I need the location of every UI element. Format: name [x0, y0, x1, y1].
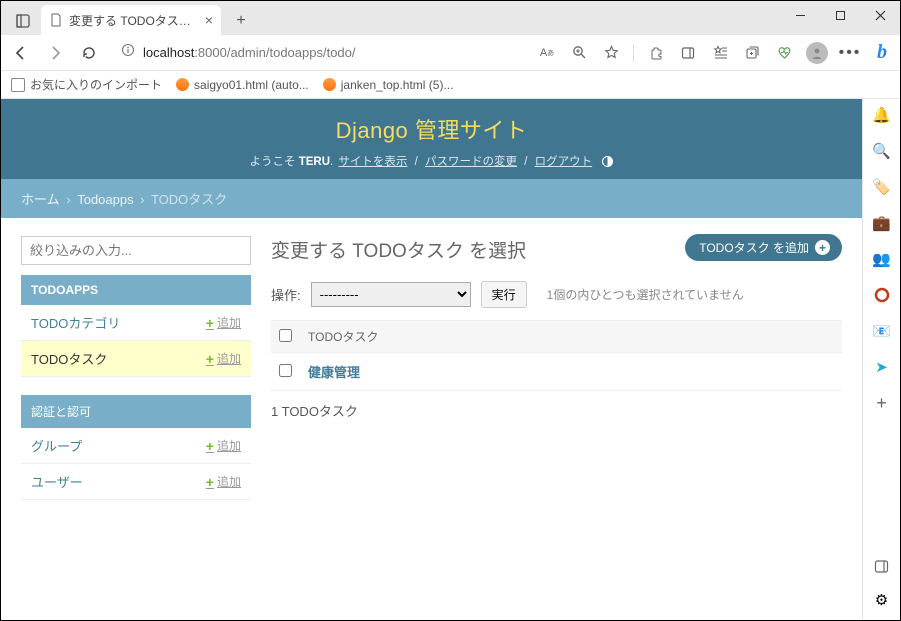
model-row-users: ユーザー +追加	[21, 464, 251, 500]
url-field[interactable]: localhost:8000/admin/todoapps/todo/	[111, 39, 527, 66]
breadcrumb-app[interactable]: Todoapps	[77, 192, 133, 207]
new-tab-button[interactable]: +	[227, 7, 255, 35]
sidebar-collapse-toggle[interactable]: «	[3, 618, 10, 620]
plus-icon: +	[206, 438, 214, 454]
selection-count: 1個の内ひとつも選択されていません	[547, 286, 744, 303]
change-password-link[interactable]: パスワードの変更	[425, 156, 517, 168]
html-file-icon	[323, 78, 336, 91]
action-label: 操作:	[271, 285, 301, 304]
favorite-icon[interactable]	[601, 43, 621, 63]
plus-icon: +	[206, 474, 214, 490]
add-link-todotask[interactable]: +追加	[206, 350, 241, 367]
browser-tab[interactable]: 変更する TODOタスク を選択 | Djan ×	[41, 5, 221, 35]
app-filter-input[interactable]	[21, 236, 251, 265]
plus-icon: +	[206, 351, 214, 367]
tab-close-icon[interactable]: ×	[205, 12, 213, 28]
changelist-table: TODOタスク 健康管理	[271, 320, 842, 391]
logout-link[interactable]: ログアウト	[535, 156, 593, 168]
admin-sidebar: TODOAPPS TODOカテゴリ +追加 TODOタスク +追加 認証と認可 …	[21, 236, 251, 500]
url-text: localhost:8000/admin/todoapps/todo/	[143, 45, 356, 60]
site-title: Django 管理サイト	[1, 113, 862, 145]
model-link-todocategory[interactable]: TODOカテゴリ	[31, 313, 120, 332]
zoom-icon[interactable]	[569, 43, 589, 63]
breadcrumb-home[interactable]: ホーム	[21, 192, 60, 207]
favorites-list-icon[interactable]	[710, 43, 730, 63]
breadcrumb-current: TODOタスク	[151, 192, 227, 207]
collections-icon[interactable]	[742, 43, 762, 63]
user-bar: ようこそ TERU. サイトを表示 / パスワードの変更 / ログアウト	[1, 153, 862, 169]
forward-button[interactable]	[43, 41, 67, 65]
bing-icon[interactable]: b	[872, 43, 892, 63]
send-icon[interactable]: ➤	[872, 357, 892, 377]
outlook-icon[interactable]: 📧	[872, 321, 892, 341]
view-site-link[interactable]: サイトを表示	[338, 156, 407, 168]
favorites-bar: お気に入りのインポート saigyo01.html (auto... janke…	[1, 71, 900, 99]
browser-titlebar: 変更する TODOタスク を選択 | Djan × +	[1, 1, 900, 35]
plus-icon: +	[206, 315, 214, 331]
model-link-users[interactable]: ユーザー	[31, 472, 83, 491]
theme-toggle-icon[interactable]	[601, 155, 614, 168]
add-link-users[interactable]: +追加	[206, 473, 241, 490]
close-window-button[interactable]	[860, 1, 900, 29]
sidebar-toggle-icon[interactable]	[678, 43, 698, 63]
model-link-groups[interactable]: グループ	[31, 436, 82, 455]
model-row-todocategory: TODOカテゴリ +追加	[21, 305, 251, 341]
import-favorites-button[interactable]: お気に入りのインポート	[11, 76, 162, 93]
settings-gear-icon[interactable]: ⚙	[872, 590, 892, 610]
people-icon[interactable]: 👥	[872, 249, 892, 269]
refresh-button[interactable]	[77, 41, 101, 65]
page-favicon	[49, 13, 63, 27]
table-row: 健康管理	[271, 353, 842, 391]
favorite-link-1[interactable]: saigyo01.html (auto...	[176, 78, 309, 92]
site-info-icon[interactable]	[121, 43, 135, 62]
object-count: 1 TODOタスク	[271, 401, 842, 420]
html-file-icon	[176, 78, 189, 91]
row-checkbox[interactable]	[279, 364, 292, 377]
minimize-button[interactable]	[780, 1, 820, 29]
add-todotask-button[interactable]: TODOタスク を追加 +	[685, 234, 842, 261]
action-select[interactable]: ---------	[311, 282, 471, 307]
bell-icon[interactable]: 🔔	[872, 105, 892, 125]
app-caption-todoapps[interactable]: TODOAPPS	[21, 275, 251, 305]
breadcrumbs: ホーム › Todoapps › TODOタスク	[1, 179, 862, 218]
import-icon	[11, 78, 25, 92]
tag-icon[interactable]: 🏷️	[872, 177, 892, 197]
model-link-todotask[interactable]: TODOタスク	[31, 349, 107, 368]
edge-sidebar: 🔔 🔍 🏷️ 💼 👥 📧 ➤ + ⚙	[862, 99, 900, 620]
current-user: TERU	[299, 156, 330, 168]
action-bar: 操作: --------- 実行 1個の内ひとつも選択されていません	[271, 281, 842, 308]
model-row-groups: グループ +追加	[21, 428, 251, 464]
plus-circle-icon: +	[815, 240, 830, 255]
tab-overview-icon[interactable]	[9, 7, 37, 35]
extensions-icon[interactable]	[646, 43, 666, 63]
action-go-button[interactable]: 実行	[481, 281, 527, 308]
window-controls	[780, 1, 900, 29]
add-link-groups[interactable]: +追加	[206, 437, 241, 454]
text-size-icon[interactable]: Aあ	[537, 43, 557, 63]
tab-title: 変更する TODOタスク を選択 | Djan	[69, 12, 199, 29]
page-content: Django 管理サイト ようこそ TERU. サイトを表示 / パスワードの変…	[1, 99, 862, 620]
search-tool-icon[interactable]: 🔍	[872, 141, 892, 161]
health-icon[interactable]	[774, 43, 794, 63]
briefcase-icon[interactable]: 💼	[872, 213, 892, 233]
django-header: Django 管理サイト ようこそ TERU. サイトを表示 / パスワードの変…	[1, 99, 862, 179]
app-caption-auth[interactable]: 認証と認可	[21, 395, 251, 428]
favorite-link-2[interactable]: janken_top.html (5)...	[323, 78, 454, 92]
model-row-todotask: TODOタスク +追加	[21, 341, 251, 377]
office-icon[interactable]	[872, 285, 892, 305]
profile-avatar[interactable]	[806, 42, 828, 64]
main-panel: TODOタスク を追加 + 変更する TODOタスク を選択 操作: -----…	[271, 236, 842, 500]
add-tool-icon[interactable]: +	[872, 393, 892, 413]
row-link[interactable]: 健康管理	[308, 365, 360, 380]
select-all-checkbox[interactable]	[279, 329, 292, 342]
column-header-name[interactable]: TODOタスク	[300, 321, 842, 353]
more-menu-icon[interactable]: •••	[840, 43, 860, 63]
back-button[interactable]	[9, 41, 33, 65]
panel-icon[interactable]	[872, 556, 892, 576]
add-link-todocategory[interactable]: +追加	[206, 314, 241, 331]
address-bar: localhost:8000/admin/todoapps/todo/ Aあ •…	[1, 35, 900, 71]
maximize-button[interactable]	[820, 1, 860, 29]
